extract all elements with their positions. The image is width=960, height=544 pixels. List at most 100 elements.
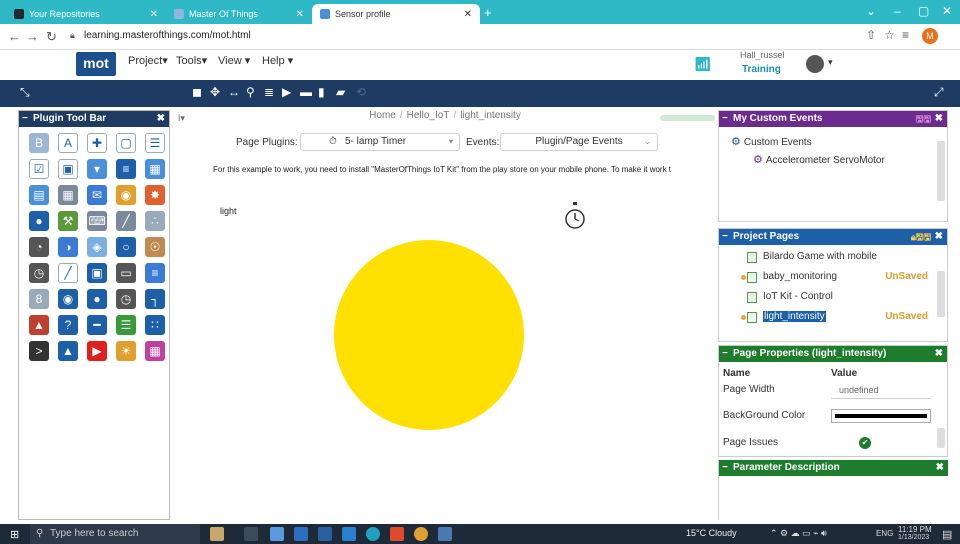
google-plugin-icon[interactable]: ◉ (116, 185, 136, 205)
lock-icon[interactable]: 🔒︎ (70, 30, 75, 41)
bg-color-swatch[interactable] (831, 409, 931, 423)
calendar-icon[interactable] (318, 527, 332, 541)
grid-plugin-icon[interactable]: ▤ (29, 185, 49, 205)
terminal-plugin-icon[interactable]: > (29, 341, 49, 361)
undo-icon[interactable]: ⟲ (356, 85, 366, 99)
tab-your-repositories[interactable]: Your Repositories ✕ (6, 4, 166, 24)
table-plugin-icon[interactable]: ▦ (145, 159, 165, 179)
project-page-item-selected[interactable]: light_intensity UnSaved (719, 309, 934, 327)
close-icon[interactable]: ✕ (150, 9, 158, 20)
cube-plugin-icon[interactable]: ◈ (87, 237, 107, 257)
chat-plugin-icon[interactable]: ✉ (87, 185, 107, 205)
stopwatch-plugin-icon[interactable]: ◷ (116, 289, 136, 309)
taskbar-search-input[interactable]: ⚲ Type here to search (30, 524, 200, 544)
image-plugin-icon[interactable]: ▣ (87, 263, 107, 283)
training-label[interactable]: Training (742, 64, 781, 75)
lamp-circle[interactable] (334, 240, 524, 430)
custom-event-item[interactable]: ⚙ Accelerometer ServoMotor (753, 153, 885, 166)
close-icon[interactable]: ✕ (296, 9, 304, 20)
maximize-icon[interactable]: ▢ (918, 4, 929, 18)
weather-plugin-icon[interactable]: ☀ (116, 341, 136, 361)
scrollbar[interactable] (937, 428, 945, 448)
text-plugin-icon[interactable]: A (58, 133, 78, 153)
save-icons[interactable]: 🖫︎🖫︎ (916, 111, 931, 127)
mot-logo[interactable]: mot (76, 52, 116, 76)
window-close-icon[interactable]: ✕ (942, 4, 952, 18)
menu-view[interactable]: View ▾ (218, 54, 250, 67)
new-tab-icon[interactable]: + (484, 5, 492, 20)
minus-icon[interactable]: − (22, 111, 28, 127)
chevron-down-icon[interactable]: ▾ (828, 57, 833, 68)
lock-save-icons[interactable]: 🔒︎🖫︎🖫︎ (911, 229, 931, 245)
forward-icon[interactable]: → (26, 29, 39, 44)
weather-status[interactable]: 15°C Cloudy (686, 528, 737, 538)
app-icon[interactable] (438, 527, 452, 541)
box-plugin-icon[interactable]: ▢ (116, 133, 136, 153)
globe-plugin-icon[interactable]: ☉ (145, 237, 165, 257)
project-page-item[interactable]: Bilardo Game with mobile (719, 249, 934, 267)
chevron-down-icon[interactable]: ⌄ (866, 4, 876, 18)
url-field[interactable]: learning.masterofthings.com/mot.html (84, 30, 251, 41)
scatter-plugin-icon[interactable]: ∴ (145, 211, 165, 231)
calendar-plugin-icon[interactable]: ▦ (58, 185, 78, 205)
stopwatch-icon[interactable] (564, 201, 586, 231)
record-plugin-icon[interactable]: ● (87, 289, 107, 309)
circle-plugin-icon[interactable]: ○ (116, 237, 136, 257)
menu-plugin-icon[interactable]: ≡ (116, 159, 136, 179)
project-page-item[interactable]: IoT Kit - Control (719, 289, 934, 307)
youtube-plugin-icon[interactable]: ▶ (87, 341, 107, 361)
back-icon[interactable]: ← (8, 29, 21, 44)
minus-icon[interactable]: − (722, 460, 728, 476)
breadcrumb-home[interactable]: Home (369, 110, 396, 121)
close-icon[interactable]: ✖ (936, 460, 944, 476)
language-indicator[interactable]: ENG (876, 529, 893, 538)
menu-tools[interactable]: Tools▾ (176, 54, 207, 67)
scrollbar[interactable] (937, 271, 945, 317)
bar-plugin-icon[interactable]: ━ (87, 315, 107, 335)
close-icon[interactable]: ✕ (464, 9, 472, 20)
extensions-icon[interactable]: ≡ (902, 28, 909, 42)
system-tray-icons[interactable]: ⌃ ⚙ ☁ ▭ ⌁ 🔊︎ (770, 528, 827, 539)
help-plugin-icon[interactable]: ? (58, 315, 78, 335)
file-icon[interactable]: ▮ (318, 85, 325, 99)
clock-date[interactable]: 1/13/2023 (898, 534, 929, 541)
move-icon[interactable]: ✥ (210, 85, 220, 99)
menu-project[interactable]: Project▾ (128, 54, 168, 67)
mail-icon[interactable] (342, 527, 356, 541)
reload-icon[interactable]: ↻ (46, 29, 57, 45)
pie-chart-plugin-icon[interactable]: ◔ (29, 237, 49, 257)
line-plugin-icon[interactable]: ╱ (58, 263, 78, 283)
move-plugin-icon[interactable]: ✚ (87, 133, 107, 153)
upload-plugin-icon[interactable]: ▲ (58, 341, 78, 361)
events-select[interactable]: Plugin/Page Events ⌄ (500, 133, 658, 151)
close-icon[interactable]: ✖ (157, 111, 165, 127)
dots-chart-plugin-icon[interactable]: ∷ (145, 315, 165, 335)
profile-avatar[interactable]: M (922, 28, 938, 44)
record-icon[interactable]: ◼ (192, 85, 202, 99)
dropdown-plugin-icon[interactable]: ▾ (87, 159, 107, 179)
list-icon[interactable]: ≣ (264, 85, 274, 99)
play-icon[interactable]: ▶ (282, 85, 291, 99)
zoom-icon[interactable]: ⚲ (246, 85, 255, 99)
edge-icon[interactable] (366, 527, 380, 541)
prop-page-width-value[interactable]: undefined (831, 385, 931, 399)
collapse-icon[interactable]: ⤡ (20, 85, 30, 100)
minus-icon[interactable]: − (722, 229, 728, 245)
expand-icon[interactable]: ⤢ (934, 85, 944, 100)
checkbox-plugin-icon[interactable]: ☑ (29, 159, 49, 179)
clock-time[interactable]: 11:19 PM (898, 525, 932, 534)
step-plugin-icon[interactable]: ┐ (145, 289, 165, 309)
keyboard-plugin-icon[interactable]: ⌨ (87, 211, 107, 231)
minus-icon[interactable]: − (722, 346, 728, 362)
dial-plugin-icon[interactable]: ◷ (29, 263, 49, 283)
puzzle-plugin-icon[interactable]: ✸ (145, 185, 165, 205)
custom-events-root[interactable]: ⚙ Custom Events (731, 135, 812, 148)
close-icon[interactable]: ✖ (935, 346, 943, 362)
star-icon[interactable]: ☆ (884, 28, 895, 42)
scrollbar[interactable] (937, 141, 945, 201)
app-icon[interactable] (270, 527, 284, 541)
resize-icon[interactable]: ↔ (228, 85, 240, 99)
close-icon[interactable]: ✖ (935, 111, 943, 127)
location-plugin-icon[interactable]: ● (29, 211, 49, 231)
tab-sensor-profile[interactable]: Sensor profile ✕ (312, 4, 480, 24)
